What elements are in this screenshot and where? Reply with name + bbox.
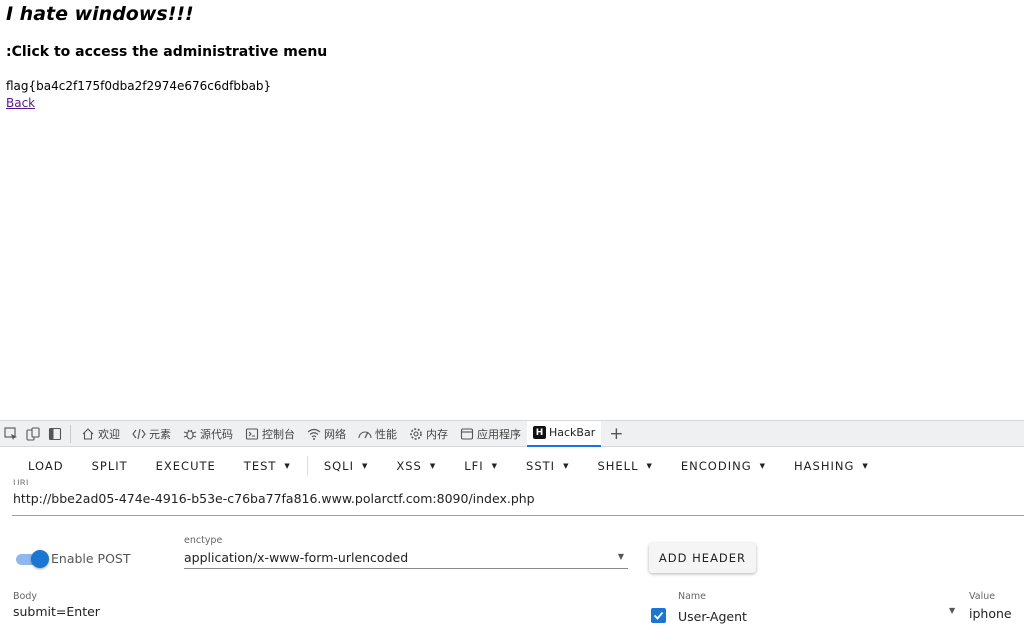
check-icon — [653, 611, 664, 620]
code-icon — [132, 428, 146, 439]
enable-post-label: Enable POST — [51, 551, 131, 566]
header-value-label: Value — [969, 591, 996, 602]
devtools-tab-bar: 欢迎 元素 源代码 控制台 网络 性能 内存 应用程序 H HackBar + — [0, 420, 1024, 447]
tab-label: HackBar — [549, 426, 596, 439]
hashing-menu[interactable]: HASHING ▼ — [780, 447, 883, 485]
web-page: I hate windows!!! :Click to access the a… — [0, 0, 1024, 420]
encoding-menu[interactable]: ENCODING ▼ — [667, 447, 780, 485]
ssti-menu[interactable]: SSTI ▼ — [512, 447, 583, 485]
execute-button[interactable]: EXECUTE — [142, 447, 230, 485]
performance-icon — [358, 430, 372, 438]
caret-down-icon: ▼ — [491, 462, 499, 470]
wifi-icon — [307, 428, 321, 440]
tab-welcome[interactable]: 欢迎 — [75, 421, 126, 446]
shell-menu[interactable]: SHELL ▼ — [583, 447, 666, 485]
caret-down-icon: ▼ — [862, 462, 869, 470]
hackbar-icon: H — [533, 426, 546, 439]
flag-text: flag{ba4c2f175f0dba2f2974e676c6dfbbab} — [6, 79, 272, 93]
tab-application[interactable]: 应用程序 — [454, 421, 527, 446]
home-icon — [82, 427, 94, 440]
enctype-label: enctype — [184, 535, 223, 546]
body-label: Body — [13, 591, 37, 602]
url-underline — [12, 515, 1024, 516]
caret-down-icon: ▼ — [563, 462, 570, 470]
gear-icon — [410, 427, 422, 440]
tab-label: 源代码 — [200, 427, 233, 441]
tab-hackbar[interactable]: H HackBar — [527, 420, 602, 447]
toggle-thumb — [31, 550, 49, 568]
page-title: I hate windows!!! — [6, 3, 194, 25]
lfi-menu[interactable]: LFI ▼ — [450, 447, 512, 485]
header-name-dropdown-icon[interactable]: ▼ — [949, 606, 955, 615]
inspect-icon[interactable] — [0, 421, 22, 446]
tab-network[interactable]: 网络 — [301, 421, 352, 446]
bug-icon — [183, 429, 197, 440]
url-label: URL — [13, 479, 31, 485]
header-name-input[interactable]: User-Agent — [678, 609, 747, 624]
window-icon — [460, 427, 474, 440]
tab-label: 网络 — [324, 427, 346, 441]
add-header-button[interactable]: ADD HEADER — [649, 543, 756, 573]
tab-label: 应用程序 — [477, 427, 521, 441]
url-input[interactable]: http://bbe2ad05-474e-4916-b53e-c76ba77fa… — [13, 491, 535, 506]
dock-side-icon[interactable] — [44, 421, 66, 446]
sqli-menu[interactable]: SQLI ▼ — [310, 447, 383, 485]
test-menu[interactable]: TEST ▼ — [230, 447, 305, 485]
header-name-label: Name — [678, 591, 707, 602]
add-tab-button[interactable]: + — [601, 424, 631, 444]
caret-down-icon: ▼ — [646, 462, 653, 470]
tab-label: 内存 — [426, 427, 448, 441]
split-button[interactable]: SPLIT — [78, 447, 142, 485]
page-subtitle: :Click to access the administrative menu — [6, 44, 328, 60]
hackbar-menu: LOAD SPLIT EXECUTE TEST ▼ SQLI ▼ XSS ▼ LFI ▼… — [0, 447, 1024, 485]
header-enabled-checkbox[interactable] — [651, 608, 666, 623]
body-input[interactable]: submit=Enter — [13, 604, 100, 619]
caret-down-icon: ▼ — [617, 552, 624, 561]
tab-label: 欢迎 — [98, 427, 120, 441]
device-toggle-icon[interactable] — [22, 421, 44, 446]
tab-elements[interactable]: 元素 — [126, 421, 177, 446]
xss-menu[interactable]: XSS ▼ — [382, 447, 450, 485]
tab-performance[interactable]: 性能 — [352, 421, 403, 446]
header-value-input[interactable]: iphone — [969, 606, 1012, 621]
tab-memory[interactable]: 内存 — [403, 421, 454, 446]
toolbar-divider — [70, 424, 71, 443]
tab-label: 性能 — [375, 427, 397, 441]
caret-down-icon: ▼ — [361, 462, 369, 470]
tab-console[interactable]: 控制台 — [239, 421, 301, 446]
back-link[interactable]: Back — [6, 96, 35, 110]
console-icon — [245, 427, 259, 440]
caret-down-icon: ▼ — [429, 462, 437, 470]
menu-divider — [306, 456, 308, 476]
tab-label: 控制台 — [262, 427, 295, 441]
enctype-value: application/x-www-form-urlencoded — [184, 550, 409, 565]
tab-sources[interactable]: 源代码 — [177, 421, 239, 446]
tab-label: 元素 — [149, 427, 171, 441]
caret-down-icon: ▼ — [284, 462, 291, 470]
enable-post-toggle[interactable] — [14, 550, 49, 568]
enctype-select[interactable]: application/x-www-form-urlencoded ▼ — [184, 549, 628, 569]
caret-down-icon: ▼ — [759, 462, 766, 470]
